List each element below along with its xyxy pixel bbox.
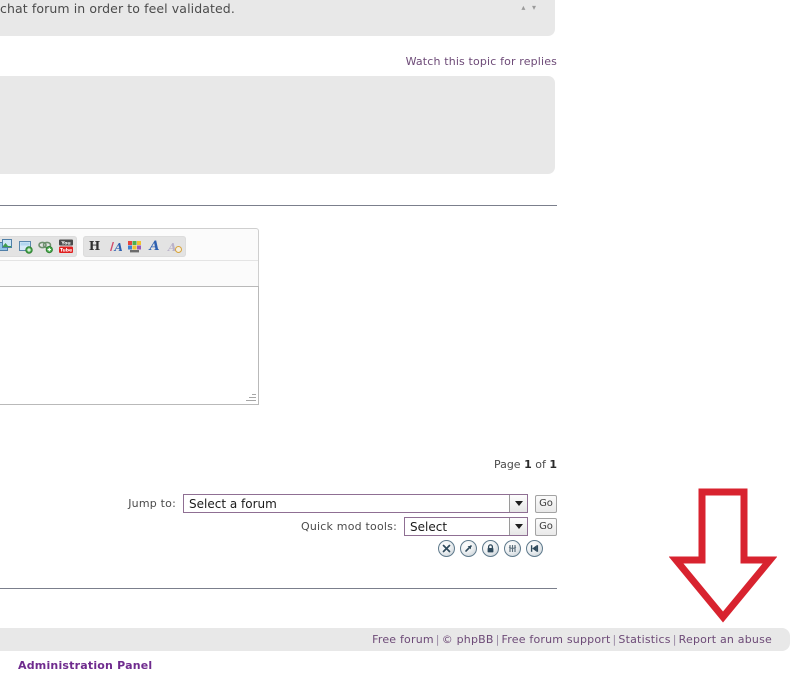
youtube-icon[interactable]: You Tube: [57, 238, 74, 255]
footer-link-phpbb[interactable]: © phpBB: [442, 633, 494, 646]
lock-topic-icon[interactable]: [482, 540, 499, 557]
svg-text:A: A: [167, 241, 177, 254]
svg-text:You: You: [60, 240, 70, 246]
footer-links: Free forum | © phpBB | Free forum support | St…: [372, 633, 772, 646]
merge-topic-icon[interactable]: [504, 540, 521, 557]
watch-topic-row: Watch this topic for replies: [0, 55, 557, 68]
footer-link-free-forum[interactable]: Free forum: [372, 633, 434, 646]
media-button-group: You Tube: [0, 235, 77, 257]
chevron-down-icon[interactable]: [509, 495, 527, 512]
divider-above-footer: [0, 588, 557, 589]
page-indicator: Page 1 of 1: [0, 458, 557, 471]
insert-file-icon[interactable]: [17, 238, 34, 255]
editor-toolbar: You Tube H A A: [0, 229, 258, 260]
page-current: 1: [524, 458, 532, 471]
font-color-icon[interactable]: [126, 238, 143, 255]
quick-mod-select[interactable]: Select: [404, 517, 528, 536]
footer-link-free-forum-support[interactable]: Free forum support: [502, 633, 611, 646]
chevron-down-icon[interactable]: [509, 518, 527, 535]
format-button-group: H A A: [83, 235, 186, 257]
footer-bar: Free forum | © phpBB | Free forum support | St…: [0, 628, 790, 651]
footer-link-statistics[interactable]: Statistics: [618, 633, 670, 646]
jump-to-select-value: Select a forum: [189, 496, 277, 511]
reply-message-textarea[interactable]: [0, 286, 259, 405]
jump-to-label: Jump to:: [128, 497, 176, 510]
jump-to-go-button[interactable]: Go: [535, 494, 557, 513]
font-style-icon[interactable]: A: [146, 238, 163, 255]
watch-topic-link[interactable]: Watch this topic for replies: [406, 55, 557, 68]
footer-separator: |: [435, 633, 440, 646]
italic-color-icon[interactable]: A: [106, 238, 123, 255]
footer-link-report-abuse[interactable]: Report an abuse: [679, 633, 772, 646]
insert-image-icon[interactable]: [0, 238, 14, 255]
forum-forms-area: Jump to: Select a forum Go Quick mod too…: [0, 494, 557, 540]
page-total: 1: [549, 458, 557, 471]
divider-above-editor: [0, 205, 557, 206]
mod-tool-icons-row: [0, 540, 557, 557]
move-topic-icon[interactable]: [460, 540, 477, 557]
split-topic-icon[interactable]: [526, 540, 543, 557]
quick-mod-select-value: Select: [410, 519, 448, 534]
quick-mod-label: Quick mod tools:: [301, 520, 397, 533]
svg-text:A: A: [114, 241, 123, 254]
empty-content-panel: [0, 76, 555, 174]
insert-link-icon[interactable]: [37, 238, 54, 255]
jump-to-row: Jump to: Select a forum Go: [0, 494, 557, 513]
post-scroll-arrows[interactable]: ▴ ▾: [521, 4, 538, 12]
footer-separator: |: [672, 633, 677, 646]
jump-to-select[interactable]: Select a forum: [183, 494, 528, 513]
red-down-arrow-annotation: [668, 486, 778, 624]
footer-separator: |: [495, 633, 500, 646]
remove-format-icon[interactable]: A: [166, 238, 183, 255]
quick-mod-go-button[interactable]: Go: [535, 517, 557, 536]
reply-editor-toolbar-panel: You Tube H A A: [0, 228, 259, 292]
svg-text:Tube: Tube: [59, 247, 71, 253]
heading-icon[interactable]: H: [86, 238, 103, 255]
quick-mod-row: Quick mod tools: Select Go: [0, 517, 557, 536]
administration-panel-link[interactable]: Administration Panel: [18, 659, 152, 672]
textarea-resize-grip[interactable]: [245, 391, 257, 403]
delete-topic-icon[interactable]: [438, 540, 455, 557]
post-body-panel: chat forum in order to feel validated. ▴…: [0, 0, 555, 36]
post-body-text: chat forum in order to feel validated.: [0, 1, 235, 16]
page-middle: of: [535, 458, 546, 471]
page-prefix: Page: [493, 458, 521, 471]
